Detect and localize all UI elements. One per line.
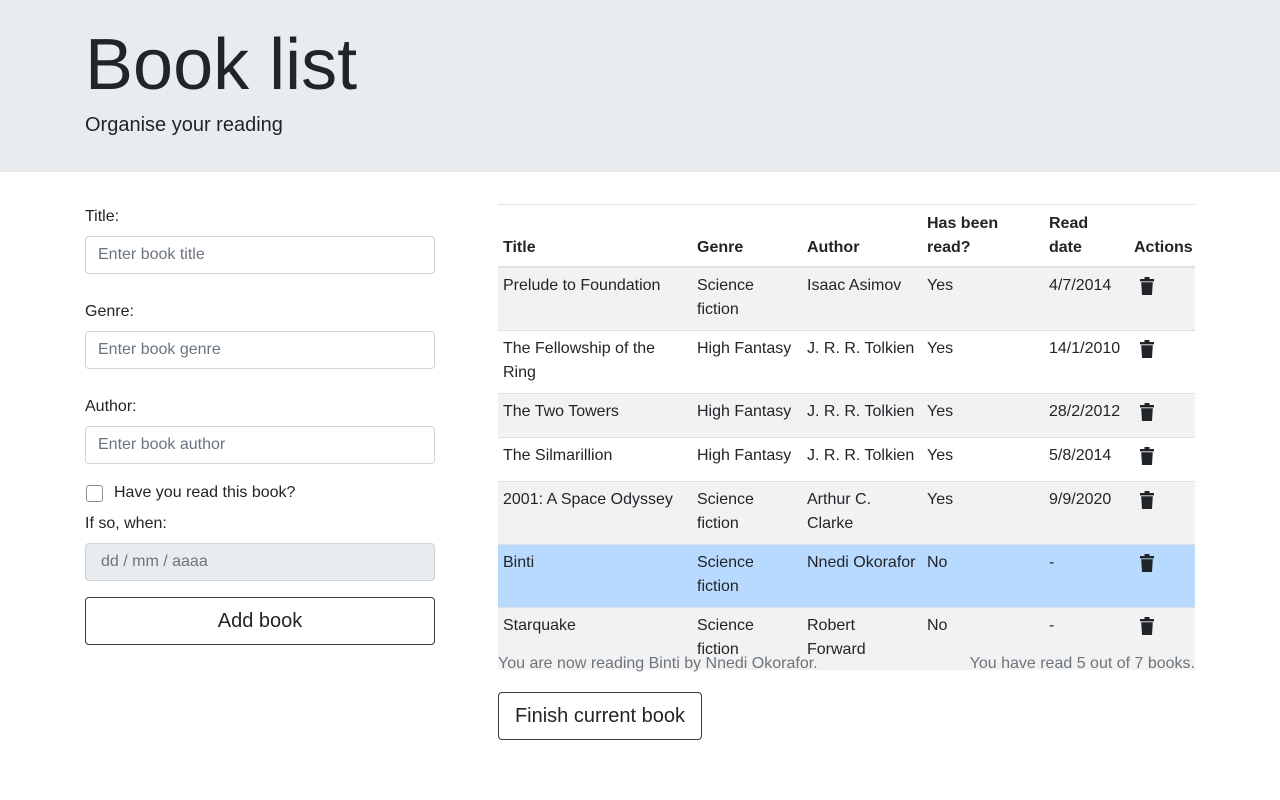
- cell-genre: High Fantasy: [692, 330, 802, 394]
- column-header-actions: Actions: [1129, 204, 1195, 268]
- cell-has-been-read: Yes: [922, 393, 1044, 438]
- trash-icon[interactable]: [1140, 491, 1154, 509]
- cell-author: J. R. R. Tolkien: [802, 437, 922, 482]
- cell-title: Prelude to Foundation: [498, 266, 692, 331]
- cell-has-been-read: Yes: [922, 330, 1044, 394]
- title-label: Title:: [85, 208, 120, 225]
- cell-title: The Silmarillion: [498, 437, 692, 482]
- cell-actions: [1129, 393, 1195, 438]
- cell-has-been-read: Yes: [922, 481, 1044, 545]
- trash-icon[interactable]: [1140, 403, 1154, 421]
- trash-icon[interactable]: [1140, 617, 1154, 635]
- read-checkbox-label: Have you read this book?: [114, 484, 296, 501]
- cell-read-date: 5/8/2014: [1044, 437, 1129, 482]
- cell-author: Isaac Asimov: [802, 266, 922, 331]
- author-label: Author:: [85, 398, 137, 415]
- author-group: Author:: [85, 397, 435, 464]
- date-group: If so, when: dd / mm / aaaa: [85, 514, 435, 581]
- read-date-input[interactable]: dd / mm / aaaa: [85, 543, 435, 581]
- title-group: Title:: [85, 207, 435, 274]
- cell-author: Nnedi Okorafor: [802, 544, 922, 608]
- cell-title: The Two Towers: [498, 393, 692, 438]
- book-table-container: Title Genre Author Has been read? Read d…: [498, 204, 1195, 670]
- cell-actions: [1129, 481, 1195, 545]
- trash-icon[interactable]: [1140, 554, 1154, 572]
- cell-actions: [1129, 437, 1195, 482]
- cell-author: Robert Forward: [802, 607, 922, 670]
- date-label: If so, when:: [85, 515, 167, 532]
- table-row[interactable]: Prelude to Foundation Science fiction Isaa…: [498, 266, 1195, 331]
- cell-read-date: 4/7/2014: [1044, 266, 1129, 331]
- cell-has-been-read: No: [922, 544, 1044, 608]
- cell-title: The Fellowship of the Ring: [498, 330, 692, 394]
- page-subtitle: Organise your reading: [85, 114, 283, 136]
- current-reading-text: You are now reading Binti by Nnedi Okora…: [498, 655, 818, 672]
- genre-label: Genre:: [85, 303, 134, 320]
- table-row-current[interactable]: Binti Science fiction Nnedi Okorafor No -: [498, 544, 1195, 608]
- cell-author: Arthur C. Clarke: [802, 481, 922, 545]
- cell-read-date: 28/2/2012: [1044, 393, 1129, 438]
- cell-has-been-read: Yes: [922, 437, 1044, 482]
- cell-actions: [1129, 330, 1195, 394]
- trash-icon[interactable]: [1140, 277, 1154, 295]
- table-header: Title Genre Author Has been read? Read d…: [498, 204, 1195, 268]
- cell-genre: High Fantasy: [692, 393, 802, 438]
- trash-icon[interactable]: [1140, 340, 1154, 358]
- table-row[interactable]: 2001: A Space Odyssey Science fiction Arth…: [498, 481, 1195, 545]
- column-header-author: Author: [802, 204, 922, 268]
- column-header-read-date: Read date: [1044, 204, 1129, 268]
- read-checkbox[interactable]: [86, 484, 103, 502]
- author-input[interactable]: [85, 426, 435, 464]
- table-row[interactable]: The Silmarillion High Fantasy J. R. R. Tol…: [498, 437, 1195, 482]
- genre-group: Genre:: [85, 302, 435, 369]
- cell-author: J. R. R. Tolkien: [802, 330, 922, 394]
- cell-actions: [1129, 544, 1195, 608]
- book-table: Title Genre Author Has been read? Read d…: [498, 204, 1195, 670]
- cell-read-date: 14/1/2010: [1044, 330, 1129, 394]
- cell-genre: Science fiction: [692, 481, 802, 545]
- add-book-button[interactable]: Add book: [85, 597, 435, 645]
- cell-genre: Science fiction: [692, 266, 802, 331]
- trash-icon[interactable]: [1140, 447, 1154, 465]
- table-row[interactable]: The Fellowship of the Ring High Fantasy J.…: [498, 330, 1195, 394]
- cell-read-date: 9/9/2020: [1044, 481, 1129, 545]
- cell-genre: Science fiction: [692, 544, 802, 608]
- read-checkbox-row: Have you read this book?: [85, 482, 435, 504]
- title-input[interactable]: [85, 236, 435, 274]
- column-header-title: Title: [498, 204, 692, 268]
- finish-current-book-button[interactable]: Finish current book: [498, 692, 702, 740]
- table-body: Prelude to Foundation Science fiction Isaa…: [498, 266, 1195, 670]
- page-header: Book list Organise your reading: [0, 0, 1280, 172]
- column-header-genre: Genre: [692, 204, 802, 268]
- read-progress-text: You have read 5 out of 7 books.: [969, 655, 1195, 672]
- cell-actions: [1129, 266, 1195, 331]
- cell-has-been-read: Yes: [922, 266, 1044, 331]
- add-book-form: Title: Genre: Author: Have you read this…: [85, 207, 435, 645]
- table-row[interactable]: The Two Towers High Fantasy J. R. R. Tolki…: [498, 393, 1195, 438]
- cell-author: J. R. R. Tolkien: [802, 393, 922, 438]
- column-header-read: Has been read?: [922, 204, 1044, 268]
- cell-genre: High Fantasy: [692, 437, 802, 482]
- cell-read-date: -: [1044, 544, 1129, 608]
- cell-title: Binti: [498, 544, 692, 608]
- page-title: Book list: [85, 25, 358, 105]
- cell-title: 2001: A Space Odyssey: [498, 481, 692, 545]
- genre-input[interactable]: [85, 331, 435, 369]
